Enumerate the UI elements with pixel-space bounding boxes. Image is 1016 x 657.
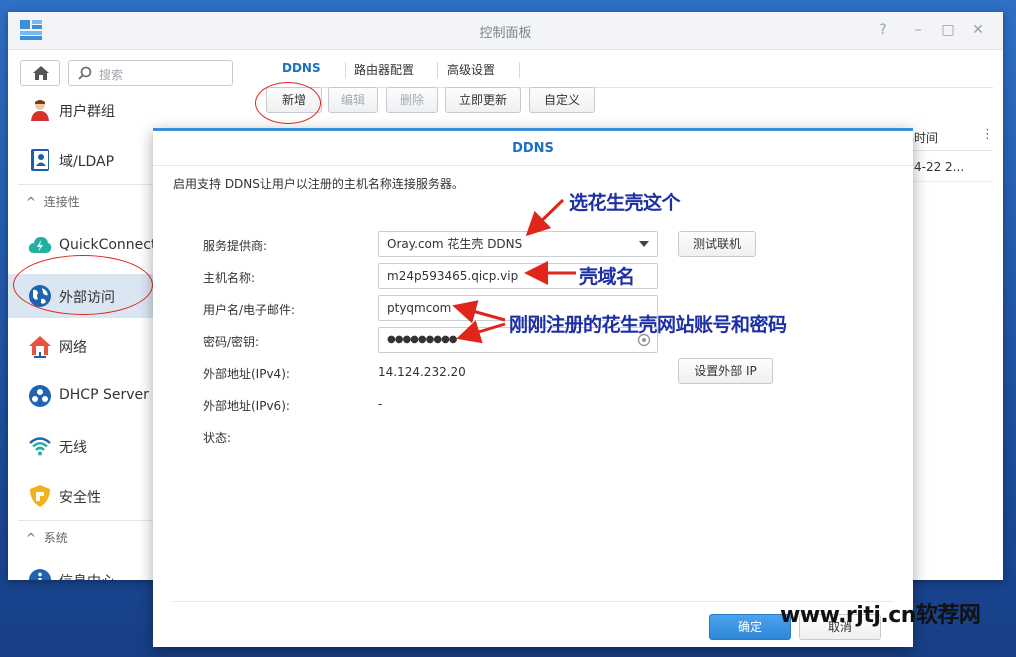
- arrow-to-password: [456, 320, 506, 344]
- arrow-to-provider: [525, 198, 565, 237]
- annotation-arrows: [452, 198, 576, 344]
- annotation-account-note: 刚刚注册的花生壳网站账号和密码: [509, 314, 787, 336]
- watermark: www.rjtj.cn软荐网: [780, 603, 981, 628]
- annotation-hostname-note: 壳域名: [579, 266, 635, 288]
- arrow-to-username: [452, 300, 506, 324]
- annotation-provider-note: 选花生壳这个: [569, 192, 681, 214]
